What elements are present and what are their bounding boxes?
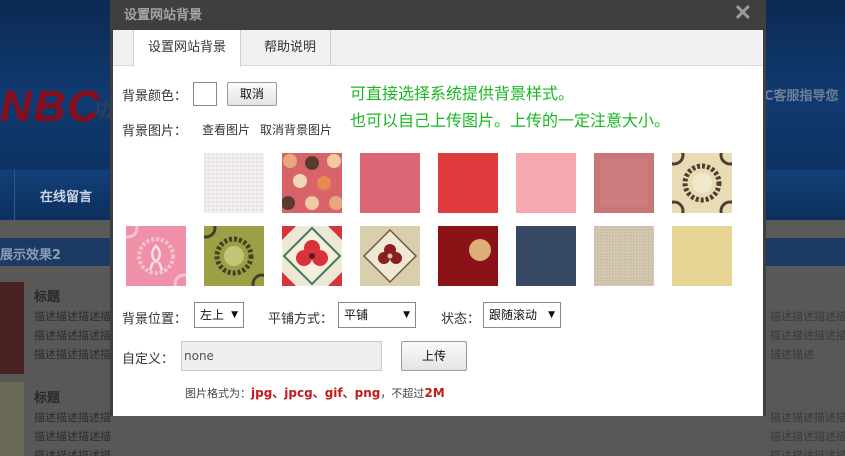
swatch-light-pink[interactable] <box>516 153 576 213</box>
site-logo: NBC <box>0 82 102 131</box>
item-title[interactable]: 标题 <box>34 286 60 305</box>
item-desc-right: 描述描述 <box>770 348 814 361</box>
swatch-dark-red-dot[interactable] <box>438 226 498 286</box>
format-prefix: 图片格式为： <box>185 387 251 400</box>
dialog-body: 设置网站背景 帮助说明 背景颜色： 取消 背景图片： 查看图片 取消背景图片 可… <box>113 30 763 416</box>
format-mid: ，不超过 <box>380 387 425 400</box>
swatch-pink-ribbon[interactable] <box>126 226 186 286</box>
swatch-white-linen[interactable] <box>204 153 264 213</box>
item-desc-right: 描述描述描述描 <box>770 411 845 424</box>
background-settings-dialog: 设置网站背景 ✕ 设置网站背景 帮助说明 背景颜色： 取消 背景图片： 查看图片… <box>110 0 766 416</box>
item-desc: 描述描述描述描 <box>34 430 111 443</box>
tab-set-background[interactable]: 设置网站背景 <box>133 30 242 67</box>
upload-button[interactable]: 上传 <box>401 341 467 371</box>
item-desc: 描述描述描述描 <box>34 449 111 456</box>
dropdown-arrow-icon: ▼ <box>403 310 410 320</box>
position-value: 左上 <box>200 308 225 322</box>
swatch-rose-pink[interactable] <box>360 153 420 213</box>
swatch-tan-canvas[interactable] <box>594 226 654 286</box>
format-note: 图片格式为：jpg、jpcg、gif、png，不超过2M <box>185 384 445 401</box>
item-desc-right: 描述描述描述描 <box>770 329 845 342</box>
cancel-bg-image-link[interactable]: 取消背景图片 <box>260 121 332 138</box>
item-desc: 描述描述描述描 <box>34 348 111 361</box>
item-desc: 描述描述描述描 <box>34 411 111 424</box>
position-select[interactable]: 左上 ▼ <box>194 302 244 328</box>
swatch-red-floral-tile[interactable] <box>282 226 342 286</box>
dialog-title: 设置网站背景 <box>124 8 203 23</box>
item-desc: 描述描述描述描 <box>34 329 111 342</box>
item-desc-right: 描述描述描述描 <box>770 449 845 456</box>
item-thumbnail <box>0 282 24 374</box>
view-image-link[interactable]: 查看图片 <box>202 121 250 138</box>
item-desc: 描述描述描述描 <box>34 310 111 323</box>
custom-label: 自定义： <box>122 352 175 367</box>
swatch-crimson[interactable] <box>438 153 498 213</box>
dropdown-arrow-icon: ▼ <box>231 310 238 320</box>
hint-line-1: 可直接选择系统提供背景样式。 <box>350 84 575 103</box>
custom-image-input[interactable]: none <box>181 341 382 371</box>
position-label: 背景位置： <box>122 312 188 327</box>
tile-label: 平铺方式： <box>268 312 334 327</box>
tile-value: 平铺 <box>344 308 369 322</box>
swatch-navy-texture[interactable] <box>516 226 576 286</box>
format-types: jpg、jpcg、gif、png <box>251 386 381 400</box>
tile-select[interactable]: 平铺 ▼ <box>338 302 416 328</box>
swatch-sand-paper[interactable] <box>672 226 732 286</box>
item-title[interactable]: 标题 <box>34 387 60 406</box>
close-icon[interactable]: ✕ <box>734 0 752 26</box>
swatch-beige-floral-tile[interactable] <box>360 226 420 286</box>
state-select[interactable]: 跟随滚动 ▼ <box>483 302 561 328</box>
item-thumbnail <box>0 382 24 456</box>
state-value: 跟随滚动 <box>489 308 538 322</box>
swatch-polka-dots[interactable] <box>282 153 342 213</box>
format-size: 2M <box>424 386 445 400</box>
section-title: 展示效果2 <box>0 248 62 263</box>
service-text: C客服指导您 <box>764 89 839 104</box>
dropdown-arrow-icon: ▼ <box>548 310 555 320</box>
swatch-dusty-rose[interactable] <box>594 153 654 213</box>
swatch-cream-wreath[interactable] <box>672 153 732 213</box>
item-desc-right: 描述描述描述描 <box>770 310 845 323</box>
state-label: 状态： <box>441 312 481 327</box>
swatch-olive-wreath[interactable] <box>204 226 264 286</box>
color-picker[interactable] <box>193 82 217 106</box>
cancel-color-button[interactable]: 取消 <box>227 82 277 106</box>
tab-bar: 设置网站背景 帮助说明 <box>113 30 763 67</box>
bg-image-label: 背景图片： <box>122 124 188 139</box>
nav-divider <box>14 170 15 220</box>
hint-line-2: 也可以自己上传图片。上传的一定注意大小。 <box>350 111 671 130</box>
item-desc-right: 描述描述描述描 <box>770 430 845 443</box>
tab-help[interactable]: 帮助说明 <box>250 30 332 66</box>
nav-item-message[interactable]: 在线留言 <box>40 186 92 205</box>
bg-color-label: 背景颜色： <box>122 89 188 104</box>
